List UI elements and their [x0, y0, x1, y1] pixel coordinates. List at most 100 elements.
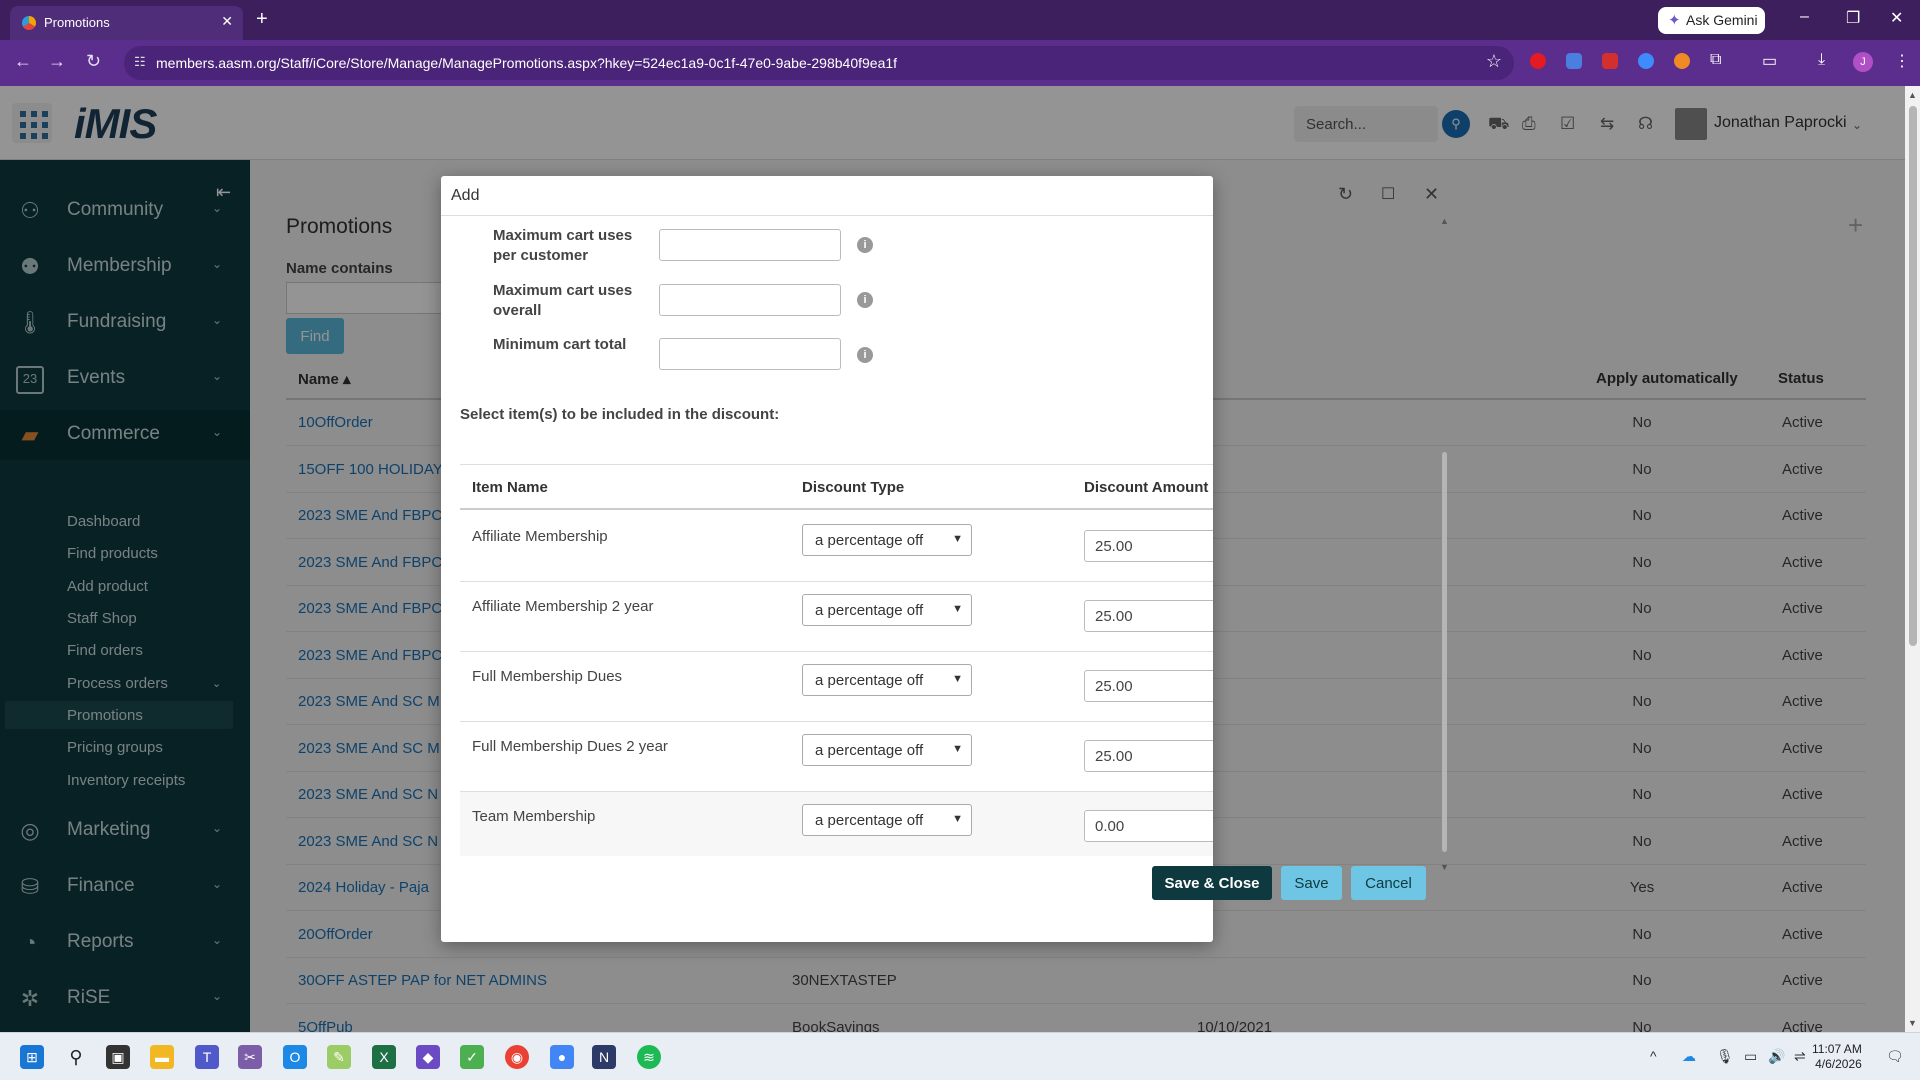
address-bar[interactable]: ☷ members.aasm.org/Staff/iCore/Store/Man…	[124, 46, 1514, 80]
search-icon[interactable]: ⚲	[64, 1045, 88, 1069]
tab-search-icon[interactable]: ▭	[1762, 51, 1777, 71]
nx-app-icon[interactable]: N	[592, 1045, 616, 1069]
gemini-sparkle-icon: ✦	[1668, 12, 1681, 29]
extension-red-icon[interactable]	[1530, 53, 1546, 69]
dialog-title: Add	[451, 187, 480, 204]
close-tab-icon[interactable]: ✕	[221, 13, 233, 30]
onedrive-icon[interactable]: ☁	[1682, 1048, 1696, 1065]
teams-icon[interactable]: T	[195, 1045, 219, 1069]
discount-type-select[interactable]: a percentage off ▼	[802, 664, 972, 696]
info-icon[interactable]: i	[857, 237, 873, 253]
chevron-down-icon: ▼	[952, 533, 963, 545]
minimize-window-icon[interactable]: –	[1800, 8, 1809, 26]
url-text[interactable]: members.aasm.org/Staff/iCore/Store/Manag…	[156, 55, 897, 71]
discount-item-row: Affiliate Membership 2 year a percentage …	[460, 582, 1213, 652]
chevron-down-icon: ▼	[952, 813, 963, 825]
discount-amount-input[interactable]: 25.00	[1084, 600, 1213, 632]
min-cart-total-input[interactable]	[659, 338, 841, 370]
snipping-tool-icon[interactable]: ✂	[238, 1045, 262, 1069]
info-icon[interactable]: i	[857, 347, 873, 363]
spotify-icon[interactable]: ≋	[637, 1045, 661, 1069]
planner-icon[interactable]: ✓	[460, 1045, 484, 1069]
item-name: Affiliate Membership 2 year	[472, 598, 654, 615]
browser-menu-icon[interactable]: ⋮	[1894, 51, 1910, 71]
site-favicon-icon	[22, 16, 36, 30]
scroll-up-arrow-icon[interactable]: ▲	[1908, 90, 1917, 100]
extension-badge-icon[interactable]	[1602, 53, 1618, 69]
clock[interactable]: 11:07 AM 4/6/2026	[1812, 1042, 1862, 1072]
file-explorer-icon[interactable]: ▬	[150, 1045, 174, 1069]
extension-sun-icon[interactable]	[1674, 53, 1690, 69]
min-cart-total-label: Minimum cart total	[493, 336, 627, 353]
volume-icon[interactable]: 🔊	[1768, 1048, 1785, 1065]
cancel-button[interactable]: Cancel	[1351, 866, 1426, 900]
discount-type-value: a percentage off	[815, 602, 924, 619]
bookmark-star-icon[interactable]: ☆	[1486, 51, 1502, 72]
extension-gear-icon[interactable]	[1638, 53, 1654, 69]
col-item-name: Item Name	[472, 479, 548, 496]
task-view-icon[interactable]: ▣	[106, 1045, 130, 1069]
col-discount-amount: Discount Amount	[1084, 479, 1209, 496]
items-table-header: Item Name Discount Type Discount Amount	[460, 464, 1213, 510]
max-uses-overall-input[interactable]	[659, 284, 841, 316]
visual-studio-icon[interactable]: ◆	[416, 1045, 440, 1069]
profile-avatar[interactable]: J	[1853, 52, 1873, 72]
excel-icon[interactable]: X	[372, 1045, 396, 1069]
dialog-scrollbar[interactable]: ▲ ▼	[1439, 216, 1449, 872]
page-scrollbar[interactable]: ▲ ▼	[1905, 86, 1920, 1032]
info-icon[interactable]: i	[857, 292, 873, 308]
tab-title: Promotions	[44, 15, 110, 30]
item-name: Full Membership Dues	[472, 668, 623, 685]
site-info-icon[interactable]: ☷	[134, 54, 146, 70]
discount-amount-input[interactable]: 25.00	[1084, 530, 1213, 562]
scroll-down-arrow-icon[interactable]: ▼	[1908, 1018, 1917, 1028]
close-icon[interactable]: ✕	[1424, 184, 1439, 205]
download-icon[interactable]: ⤓	[1818, 51, 1825, 69]
browser-tab[interactable]: Promotions ✕	[10, 6, 243, 40]
dialog-scrollbar-thumb[interactable]	[1442, 452, 1447, 852]
discount-type-select[interactable]: a percentage off ▼	[802, 734, 972, 766]
scroll-down-arrow-icon[interactable]: ▼	[1440, 862, 1449, 872]
back-arrow-icon[interactable]: ←	[14, 51, 32, 72]
windows-start-icon[interactable]: ⊞	[20, 1045, 44, 1069]
discount-amount-input[interactable]: 25.00	[1084, 740, 1213, 772]
display-icon[interactable]: ▭	[1744, 1048, 1757, 1065]
save-button[interactable]: Save	[1281, 866, 1342, 900]
discount-type-select[interactable]: a percentage off ▼	[802, 594, 972, 626]
extensions-puzzle-icon[interactable]: ⧉	[1710, 51, 1721, 69]
discount-type-select[interactable]: a percentage off ▼	[802, 524, 972, 556]
network-icon[interactable]: ⇌	[1794, 1048, 1806, 1065]
whiteboard-icon[interactable]: ✎	[327, 1045, 351, 1069]
max-uses-per-customer-input[interactable]	[659, 229, 841, 261]
tray-overflow-chevron-icon[interactable]: ^	[1650, 1048, 1657, 1064]
extension-blue-icon[interactable]	[1566, 53, 1582, 69]
discount-amount-input[interactable]: 25.00	[1084, 670, 1213, 702]
microphone-icon[interactable]: 🎙	[1716, 1048, 1734, 1065]
chevron-down-icon: ▼	[952, 603, 963, 615]
reload-icon[interactable]: ↻	[86, 51, 101, 72]
ask-gemini-button[interactable]: ✦ Ask Gemini	[1658, 7, 1765, 34]
scrollbar-thumb[interactable]	[1909, 106, 1917, 646]
chrome-icon[interactable]: ◉	[505, 1045, 529, 1069]
discount-type-select[interactable]: a percentage off ▼	[802, 804, 972, 836]
save-and-close-button[interactable]: Save & Close	[1152, 866, 1272, 900]
windows-taskbar: ⊞ ⚲ ▣ ▬ T ✂ O ✎ X ◆ ✓ ◉ ● N ≋ ^ ☁ 🎙 ▭ 🔊 …	[0, 1032, 1920, 1080]
dialog-body: Maximum cart uses per customer i Maximum…	[441, 216, 1213, 856]
close-window-icon[interactable]: ✕	[1890, 8, 1903, 28]
chevron-down-icon: ▼	[952, 743, 963, 755]
outlook-icon[interactable]: O	[283, 1045, 307, 1069]
clock-time: 11:07 AM	[1812, 1042, 1862, 1056]
restore-window-icon[interactable]: ❐	[1846, 8, 1860, 28]
refresh-icon[interactable]: ↻	[1338, 184, 1353, 205]
discount-item-row: Full Membership Dues a percentage off ▼ 25.…	[460, 652, 1213, 722]
discount-item-row: Full Membership Dues 2 year a percentage …	[460, 722, 1213, 792]
maximize-icon[interactable]: ☐	[1381, 184, 1395, 204]
item-name: Full Membership Dues 2 year	[472, 738, 668, 755]
new-tab-button[interactable]: +	[256, 9, 268, 29]
forward-arrow-icon[interactable]: →	[48, 51, 66, 72]
chrome-app-icon[interactable]: ●	[550, 1045, 574, 1069]
discount-amount-input[interactable]: 0.00	[1084, 810, 1213, 842]
scroll-up-arrow-icon[interactable]: ▲	[1440, 216, 1449, 226]
notification-icon[interactable]: 🗨	[1886, 1048, 1904, 1065]
discount-type-value: a percentage off	[815, 742, 924, 759]
